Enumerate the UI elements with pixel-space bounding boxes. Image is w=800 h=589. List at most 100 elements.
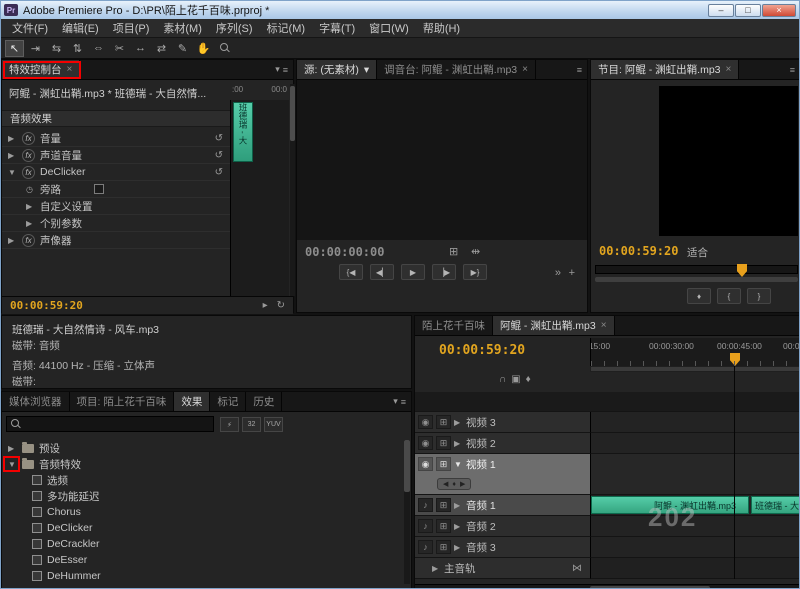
effect-row-individual-params[interactable]: ▶ 个别参数 (2, 215, 230, 232)
zoom-level-select[interactable]: 适合 (687, 245, 711, 260)
effect-row-bypass[interactable]: ◷ 旁路 (2, 181, 230, 198)
menu-file[interactable]: 文件(F) (5, 18, 55, 38)
chevron-down-icon[interactable]: ▼ (454, 460, 463, 469)
tab-sequence-akun[interactable]: 阿鲲 - 渊虹出鞘.mp3 × (493, 316, 615, 335)
effect-controls-mini-timeline[interactable]: 班德瑞 - 大 (230, 100, 289, 296)
menu-title[interactable]: 字幕(T) (312, 18, 362, 38)
hand-tool[interactable]: ✋ (194, 40, 213, 57)
accelerated-effects-icon[interactable]: ⚡ (220, 417, 239, 432)
go-to-in-button[interactable]: {◀ (339, 264, 363, 280)
timeline-timecode[interactable]: 00:00:59:20 (439, 343, 525, 358)
chapter-marker-icon[interactable]: ▣ (511, 374, 520, 385)
tab-media-browser[interactable]: 媒体浏览器 (2, 392, 70, 411)
keyframe-next-icon[interactable]: ▶ (460, 480, 465, 488)
scrollbar-thumb[interactable] (290, 86, 295, 141)
chevron-right-icon[interactable]: ▶ (454, 418, 463, 427)
extract-button[interactable]: } (747, 288, 771, 304)
tab-source[interactable]: 源: (无素材) ▾ (297, 60, 377, 79)
eye-icon[interactable]: ◉ (418, 415, 433, 429)
tab-effects[interactable]: 效果 (174, 392, 210, 411)
rate-stretch-tool[interactable]: ⇔ (89, 40, 108, 57)
step-back-button[interactable]: ◀▏ (370, 264, 394, 280)
tree-item-presets[interactable]: ▶ 预设 (2, 440, 400, 456)
play-icon[interactable]: ▸ (263, 300, 268, 311)
track-header-master[interactable]: ▶ 主音轨 ⋈ (415, 558, 590, 579)
effects-scrollbar[interactable] (404, 440, 410, 584)
keyframe-prev-icon[interactable]: ◀ (443, 480, 448, 488)
clip-bandari[interactable]: 班德瑞 - 大 (751, 496, 800, 514)
slide-tool[interactable]: ⇄ (152, 40, 171, 57)
rolling-edit-tool[interactable]: ⇅ (68, 40, 87, 57)
reset-icon[interactable]: ↺ (215, 150, 223, 161)
chevron-right-icon[interactable]: ▶ (454, 543, 463, 552)
tree-item-eq[interactable]: 选频 (2, 472, 400, 488)
speaker-icon[interactable]: ♪ (418, 519, 433, 533)
menu-marker[interactable]: 标记(M) (260, 18, 313, 38)
effect-row-custom-setup[interactable]: ▶ 自定义设置 (2, 198, 230, 215)
add-button-icon[interactable]: + (569, 267, 575, 279)
close-button[interactable]: × (762, 4, 796, 17)
track-header-video1[interactable]: ◉ ⊞ ▼ 视频 1 ◀ ♦ ▶ (415, 454, 590, 495)
pen-tool[interactable]: ✎ (173, 40, 192, 57)
track-lane-master[interactable] (590, 558, 800, 579)
reset-icon[interactable]: ↺ (215, 133, 223, 144)
menu-help[interactable]: 帮助(H) (416, 18, 467, 38)
chevron-right-icon[interactable]: ▶ (454, 501, 463, 510)
zoom-tool[interactable] (215, 40, 234, 57)
track-lane-video2[interactable] (590, 433, 800, 454)
chevron-right-icon[interactable]: ▶ (8, 134, 17, 143)
safe-margins-icon[interactable]: ⊞ (449, 245, 458, 258)
tree-item-decrackler[interactable]: DeCrackler (2, 536, 400, 552)
eye-icon[interactable]: ◉ (418, 436, 433, 450)
master-meter-icon[interactable]: ⋈ (572, 563, 582, 574)
tree-item-declicker[interactable]: DeClicker (2, 520, 400, 536)
track-header-audio2[interactable]: ♪ ⊞ ▶ 音频 2 (415, 516, 590, 537)
add-marker-button[interactable]: ♦ (687, 288, 711, 304)
step-forward-button[interactable]: ▕▶ (432, 264, 456, 280)
tab-markers[interactable]: 标记 (210, 392, 246, 411)
chevron-right-icon[interactable]: ▶ (454, 522, 463, 531)
lift-button[interactable]: { (717, 288, 741, 304)
track-header-audio3[interactable]: ♪ ⊞ ▶ 音频 3 (415, 537, 590, 558)
program-zoom-scrollbar[interactable] (595, 277, 798, 282)
bypass-checkbox[interactable] (94, 184, 104, 194)
menu-window[interactable]: 窗口(W) (362, 18, 416, 38)
dropdown-icon[interactable]: ▾ (364, 64, 369, 76)
loop-icon[interactable]: ↻ (277, 300, 285, 311)
chevron-right-icon[interactable]: ▶ (8, 444, 17, 453)
snap-icon[interactable]: ∩ (499, 374, 506, 385)
track-select-tool[interactable]: ⇥ (26, 40, 45, 57)
sync-lock-icon[interactable]: ⊞ (436, 415, 451, 429)
effect-controls-timecode[interactable]: 00:00:59:20 (10, 299, 83, 312)
chevron-right-icon[interactable]: ▶ (26, 219, 35, 228)
marker-icon[interactable]: ♦ (526, 374, 531, 385)
playhead-marker[interactable] (730, 353, 740, 366)
speaker-icon[interactable]: ♪ (418, 540, 433, 554)
search-input[interactable] (25, 418, 213, 430)
menu-clip[interactable]: 素材(M) (156, 18, 209, 38)
playhead-line[interactable] (734, 366, 735, 579)
reset-icon[interactable]: ↺ (215, 167, 223, 178)
menu-edit[interactable]: 编辑(E) (55, 18, 106, 38)
tree-item-audio-effects[interactable]: ▼ 音频特效 (2, 456, 400, 472)
close-icon[interactable]: × (601, 320, 607, 331)
chevron-right-icon[interactable]: ▶ (454, 439, 463, 448)
slip-tool[interactable]: ↔ (131, 40, 150, 57)
go-to-out-button[interactable]: ▶} (463, 264, 487, 280)
menu-project[interactable]: 项目(P) (106, 18, 157, 38)
effect-row-panner[interactable]: ▶ fx 声像器 (2, 232, 230, 249)
track-lane-audio3[interactable] (590, 537, 800, 558)
panel-menu[interactable]: ▾ ≡ (388, 392, 411, 411)
sync-lock-icon[interactable]: ⊞ (436, 457, 451, 471)
effect-row-channel-volume[interactable]: ▶ fx 声道音量 ↺ (2, 147, 230, 164)
mini-clip[interactable]: 班德瑞 - 大 (233, 102, 253, 162)
menu-sequence[interactable]: 序列(S) (209, 18, 260, 38)
tree-item-deesser[interactable]: DeEsser (2, 552, 400, 568)
track-header-video2[interactable]: ◉ ⊞ ▶ 视频 2 (415, 433, 590, 454)
track-header-video3[interactable]: ◉ ⊞ ▶ 视频 3 (415, 412, 590, 433)
maximize-button[interactable]: □ (735, 4, 761, 17)
close-icon[interactable]: × (522, 64, 528, 75)
output-icon[interactable]: ⇹ (471, 245, 480, 258)
razor-tool[interactable]: ✂ (110, 40, 129, 57)
work-area-bar[interactable] (590, 366, 800, 372)
